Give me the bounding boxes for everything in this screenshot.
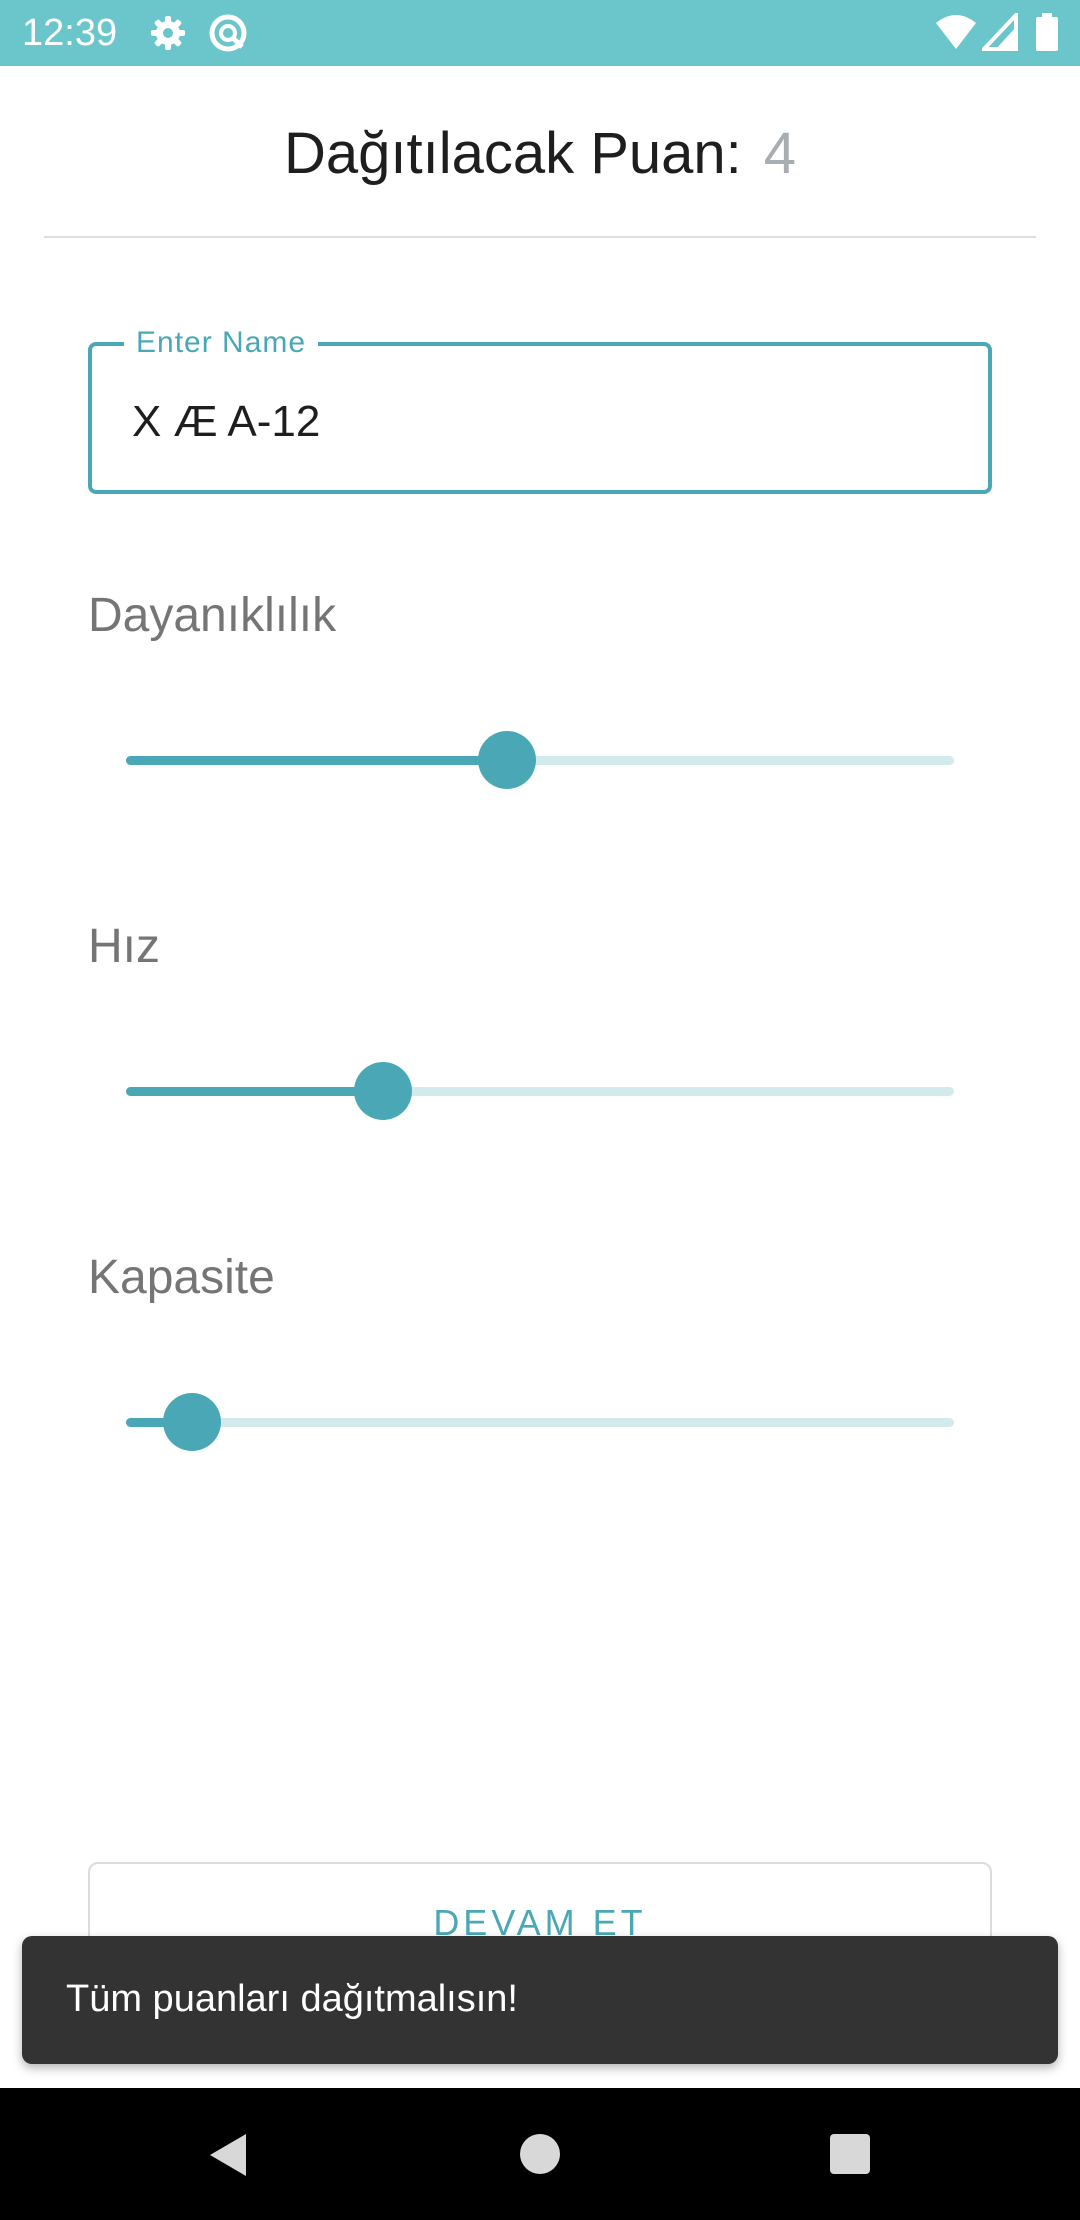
slider-thumb[interactable]: [477, 731, 536, 789]
home-icon[interactable]: [520, 2134, 560, 2174]
navigation-bar: [0, 2088, 1080, 2220]
wifi-icon: [934, 13, 978, 53]
recents-icon[interactable]: [830, 2134, 870, 2174]
stat-label-hiz: Hız: [88, 920, 160, 973]
sync-circle-icon: [208, 13, 248, 53]
points-header: Dağıtılacak Puan: 4: [0, 118, 1080, 188]
points-remaining: 4: [763, 120, 797, 186]
slider-dayaniklilik[interactable]: [126, 730, 954, 790]
slider-thumb[interactable]: [353, 1062, 412, 1120]
slider-kapasite[interactable]: [126, 1392, 954, 1452]
snackbar-message: Tüm puanları dağıtmalısın!: [66, 1978, 518, 2020]
status-time: 12:39: [22, 12, 118, 54]
back-icon[interactable]: [208, 2132, 248, 2178]
header-divider: [44, 236, 1036, 238]
gear-icon: [148, 13, 188, 53]
slider-thumb[interactable]: [163, 1393, 222, 1451]
slider-hiz[interactable]: [126, 1061, 954, 1121]
signal-icon: [979, 9, 1018, 53]
name-field-label: Enter Name: [124, 324, 319, 362]
stat-label-kapasite: Kapasite: [88, 1251, 275, 1304]
slider-fill: [126, 1087, 383, 1096]
points-label: Dağıtılacak Puan:: [283, 120, 742, 186]
slider-track: [126, 1418, 954, 1427]
snackbar: Tüm puanları dağıtmalısın!: [22, 1936, 1058, 2064]
name-input[interactable]: [132, 396, 952, 448]
stat-label-dayaniklilik: Dayanıklılık: [88, 589, 337, 642]
battery-icon: [1036, 13, 1058, 53]
name-field[interactable]: Enter Name: [88, 324, 992, 494]
character-setup-screen: 12:39 Dağıtılacak Puan: 4 Enter Name X Æ…: [0, 0, 1080, 2220]
status-bar: 12:39: [0, 0, 1080, 66]
slider-fill: [126, 756, 507, 765]
